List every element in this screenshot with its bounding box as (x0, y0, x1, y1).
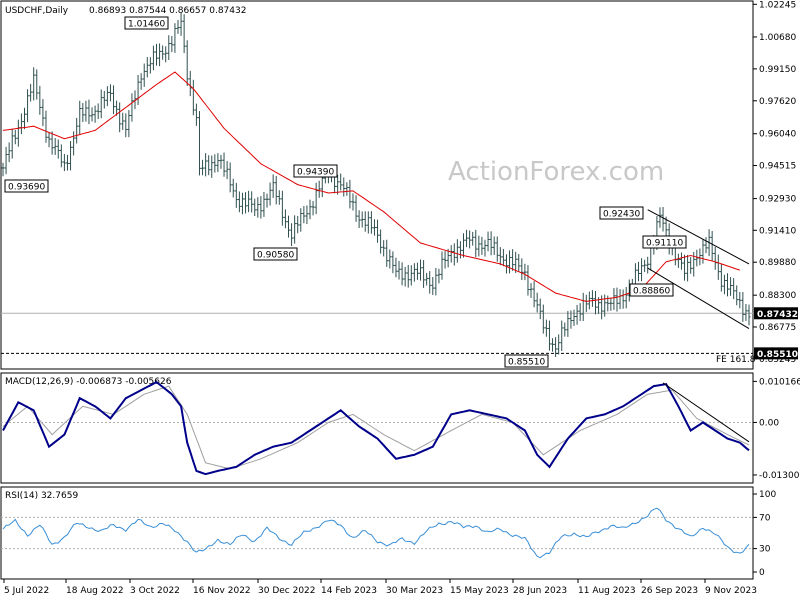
price-tick-label: 0.86775 (759, 323, 796, 333)
swing-label: 0.85510 (508, 358, 545, 368)
price-tick-label: 0.94515 (759, 162, 796, 172)
rsi-tick-label: 70 (759, 513, 771, 523)
fe-label: FE 161.8 (716, 355, 756, 365)
watermark: ActionForex.com (448, 157, 664, 187)
date-tick-label: 16 Nov 2022 (193, 586, 251, 596)
price-tick-label: 0.99150 (759, 65, 796, 75)
macd-title: MACD(12,26,9) -0.006873 -0.005626 (5, 377, 172, 387)
chart-symbol: USDCHF,Daily (5, 6, 69, 16)
date-tick-label: 5 Jul 2022 (4, 586, 49, 596)
current-price-tag: 0.87432 (757, 310, 798, 320)
date-tick-label: 15 May 2023 (450, 586, 509, 596)
macd-tick-label: -0.013006 (759, 471, 800, 481)
macd-tick-label: 0.00 (759, 418, 779, 428)
swing-label: 0.88860 (633, 287, 670, 297)
price-tick-label: 0.91410 (759, 226, 796, 236)
date-tick-label: 9 Nov 2023 (705, 586, 757, 596)
date-tick-label: 30 Dec 2022 (258, 586, 316, 596)
price-tick-label: 0.89880 (759, 258, 796, 268)
swing-label: 0.93690 (8, 183, 45, 193)
price-tick-label: 0.97620 (759, 97, 796, 107)
rsi-title: RSI(14) 32.7659 (5, 491, 78, 501)
swing-label: 0.92430 (603, 210, 640, 220)
rsi-tick-label: 0 (759, 568, 765, 578)
price-tick-label: 0.96040 (759, 130, 796, 140)
price-tick-label: 0.92930 (759, 195, 796, 205)
support-price-tag: 0.85510 (757, 350, 798, 360)
rsi-tick-label: 100 (759, 490, 776, 500)
swing-label: 1.01460 (128, 20, 165, 30)
swing-label: 0.94390 (297, 168, 334, 178)
price-tick-label: 1.00680 (759, 33, 796, 43)
chart-ohlc: 0.86893 0.87544 0.86657 0.87432 (89, 6, 246, 16)
date-tick-label: 28 Jun 2023 (513, 586, 567, 596)
price-tick-label: 0.88300 (759, 291, 796, 301)
date-tick-label: 18 Aug 2022 (66, 586, 124, 596)
date-tick-label: 26 Sep 2023 (641, 586, 698, 596)
macd-tick-label: 0.010166 (759, 377, 800, 387)
forex-chart[interactable]: ActionForex.com USDCHF,Daily 0.86893 0.8… (0, 0, 800, 600)
date-tick-label: 3 Oct 2022 (130, 586, 180, 596)
date-tick-label: 11 Aug 2023 (578, 586, 636, 596)
swing-label: 0.90580 (257, 251, 294, 261)
date-tick-label: 30 Mar 2023 (386, 586, 443, 596)
date-tick-label: 14 Feb 2023 (321, 586, 377, 596)
chart-background (0, 0, 800, 600)
rsi-tick-label: 30 (759, 545, 771, 555)
swing-label: 0.91110 (646, 239, 683, 249)
price-tick-label: 1.02245 (759, 0, 796, 10)
